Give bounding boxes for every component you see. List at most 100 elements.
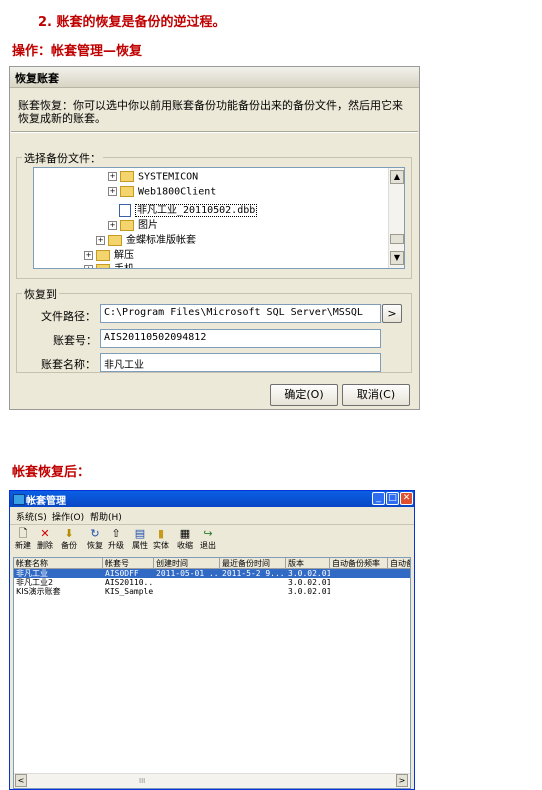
toolbar-label: 退出 — [200, 541, 216, 550]
ok-button[interactable]: 确定(O) — [270, 384, 338, 406]
horizontal-scrollbar[interactable]: < III > — [14, 773, 410, 788]
expand-icon[interactable]: + — [84, 264, 93, 268]
after-restore-heading: 帐套恢复后： — [12, 465, 91, 480]
entity-icon: ▮ — [157, 527, 165, 540]
account-management-window: 帐套管理 _ □ ✕ 系统(S) 操作(O) 帮助(H) 🗋 新建 ✕ 删除 ⬇ 备份… — [9, 490, 415, 790]
tree-item-label: 图片 — [138, 220, 158, 231]
menu-bar: 系统(S) 操作(O) 帮助(H) — [10, 508, 414, 523]
properties-button[interactable]: ▤ 属性 — [129, 527, 151, 551]
cell-name[interactable]: 非凡工业2 — [14, 578, 103, 587]
scroll-right-icon[interactable]: > — [396, 774, 408, 787]
step-heading-number: 2. — [38, 15, 52, 30]
shrink-icon: ▦ — [179, 527, 191, 540]
column-header-last-backup[interactable]: 最近备份时间 — [220, 558, 286, 569]
entity-button[interactable]: ▮ 实体 — [150, 527, 172, 551]
scroll-up-icon[interactable]: ▲ — [390, 170, 404, 184]
menu-system[interactable]: 系统(S) — [16, 510, 47, 523]
cell-number: KIS_Sample — [105, 587, 154, 596]
account-number-label: 账套号： — [53, 334, 97, 347]
column-header-number[interactable]: 帐套号 — [103, 558, 154, 569]
toolbar-label: 新建 — [15, 541, 31, 550]
toolbar-label: 实体 — [153, 541, 169, 550]
tree-item[interactable]: + Web1800Client — [108, 186, 216, 200]
file-path-input[interactable]: C:\Program Files\Microsoft SQL Server\MS… — [100, 304, 381, 323]
operation-heading: 操作：帐套管理—恢复 — [12, 44, 143, 59]
folder-icon — [108, 234, 122, 246]
app-icon — [13, 494, 25, 505]
menu-help[interactable]: 帮助(H) — [90, 510, 122, 523]
cancel-button[interactable]: 取消(C) — [342, 384, 410, 406]
tree-item-label: Web1800Client — [138, 186, 217, 198]
account-number-input[interactable]: AIS20110502094812 — [100, 329, 381, 348]
scroll-grip[interactable]: III — [139, 777, 145, 785]
cell-last-backup: 2011-5-2 9... — [222, 569, 285, 578]
restore-dialog: 恢复账套 账套恢复：你可以选中你以前用账套备份功能备份出来的备份文件，然后用它来… — [9, 66, 420, 410]
expand-icon[interactable]: + — [84, 250, 93, 260]
dialog-titlebar: 恢复账套 — [10, 67, 419, 88]
toolbar-label: 删除 — [37, 541, 53, 550]
tree-item[interactable]: + SYSTEMICON — [108, 171, 198, 185]
delete-icon: ✕ — [40, 527, 50, 540]
cell-version: 3.0.02.01 — [288, 578, 330, 587]
step-heading-text: 账套的恢复是备份的逆过程。 — [56, 15, 226, 30]
exit-button[interactable]: ↪ 退出 — [197, 527, 219, 551]
toolbar-label: 备份 — [61, 541, 77, 550]
folder-icon — [120, 186, 134, 197]
file-path-label: 文件路径： — [41, 310, 96, 323]
account-name-input[interactable]: 非凡工业 — [100, 353, 381, 372]
backup-icon: ⬇ — [64, 527, 74, 540]
scroll-thumb[interactable] — [390, 234, 404, 244]
shrink-button[interactable]: ▦ 收缩 — [174, 527, 196, 551]
dialog-description: 账套恢复：你可以选中你以前用账套备份功能备份出来的备份文件，然后用它来恢复成新的… — [18, 99, 403, 125]
column-header-auto-extra[interactable]: 自动备 — [388, 558, 410, 569]
tree-item[interactable]: + 手机 — [84, 260, 134, 268]
toolbar-label: 属性 — [132, 541, 148, 550]
menu-operation[interactable]: 操作(O) — [52, 510, 84, 523]
cell-name[interactable]: KIS演示账套 — [14, 587, 103, 596]
backup-file-tree[interactable]: + SYSTEMICON + Web1800Client 非凡工业_20110502… — [33, 167, 405, 269]
backup-button[interactable]: ⬇ 备份 — [58, 527, 80, 551]
scroll-down-icon[interactable]: ▼ — [390, 251, 404, 265]
tree-item[interactable]: + 金蝶标准版帐套 — [96, 231, 196, 246]
expand-icon[interactable]: + — [108, 187, 117, 196]
cell-created: 2011-05-01 ... — [156, 569, 220, 578]
column-header-created[interactable]: 创建时间 — [154, 558, 220, 569]
expand-icon[interactable]: + — [108, 220, 117, 230]
file-select-label: 选择备份文件： — [22, 150, 103, 166]
expand-icon[interactable]: + — [108, 172, 117, 181]
minimize-icon[interactable]: _ — [372, 492, 385, 505]
delete-button[interactable]: ✕ 删除 — [34, 527, 56, 551]
restore-button[interactable]: ↻ 恢复 — [84, 527, 106, 551]
folder-icon — [96, 249, 110, 261]
restore-to-label: 恢复到 — [22, 286, 59, 302]
toolbar-label: 恢复 — [87, 541, 103, 550]
account-name-label: 账套名称： — [41, 358, 96, 371]
backup-file-icon — [119, 203, 131, 217]
step-heading: 2. 账套的恢复是备份的逆过程。 — [38, 11, 226, 30]
column-header-auto-backup[interactable]: 自动备份频率 — [330, 558, 388, 569]
tree-item[interactable]: + 图片 — [108, 216, 158, 231]
account-list[interactable]: 帐套名称 帐套号 创建时间 最近备份时间 版本 自动备份频率 自动备 非凡工业 … — [13, 557, 411, 789]
window-titlebar: 帐套管理 _ □ ✕ — [10, 491, 414, 507]
toolbar-label: 收缩 — [177, 541, 193, 550]
tree-item-label: 手机 — [114, 264, 134, 268]
tree-item-label: SYSTEMICON — [138, 171, 199, 183]
tree-vertical-scrollbar[interactable]: ▲ ▼ — [388, 168, 404, 268]
tree-item-label: 金蝶标准版帐套 — [126, 235, 196, 246]
maximize-icon[interactable]: □ — [386, 492, 399, 505]
column-header-name[interactable]: 帐套名称 — [14, 558, 103, 569]
expand-icon[interactable]: + — [96, 235, 105, 245]
tree-item-selected-file[interactable]: 非凡工业_20110502.dbb — [119, 201, 258, 217]
tree-item[interactable]: + 解压 — [84, 246, 134, 261]
cell-number: AIS20110... — [105, 578, 154, 587]
close-icon[interactable]: ✕ — [400, 492, 413, 505]
browse-button[interactable]: > — [382, 304, 402, 323]
window-title: 帐套管理 — [26, 496, 66, 507]
scroll-left-icon[interactable]: < — [15, 774, 27, 787]
cell-version: 3.0.02.01 — [288, 587, 330, 596]
upgrade-icon: ⇧ — [111, 527, 121, 540]
new-button[interactable]: 🗋 新建 — [12, 527, 34, 551]
cell-number: AIS0DFF — [105, 569, 139, 578]
upgrade-button[interactable]: ⇧ 升级 — [105, 527, 127, 551]
column-header-version[interactable]: 版本 — [286, 558, 330, 569]
